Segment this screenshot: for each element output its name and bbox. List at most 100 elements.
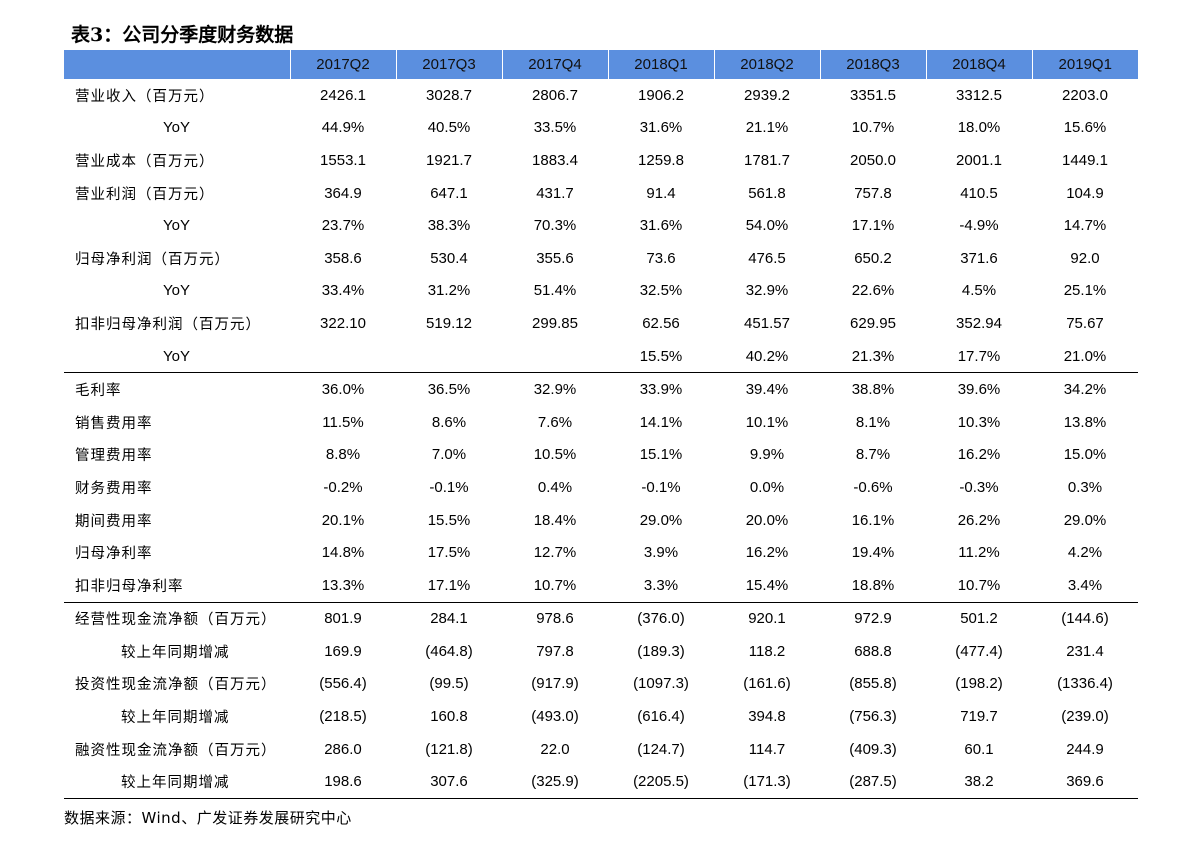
table-cell: 31.6% (639, 217, 683, 235)
table-cell: 8.7% (855, 446, 891, 464)
table-cell: 15.1% (639, 446, 683, 464)
table-cell: 26.2% (957, 511, 1001, 529)
table-cell: -4.9% (959, 217, 999, 235)
table-cell: 561.8 (748, 184, 786, 202)
table-cell: 18.8% (851, 576, 895, 594)
table-cell: 14.1% (639, 413, 683, 431)
table-cell: 10.3% (957, 413, 1001, 431)
table-cell: 91.4 (646, 184, 676, 202)
table-cell: 9.9% (749, 446, 785, 464)
table-cell: 801.9 (290, 601, 396, 636)
table-cell: 650.2 (854, 249, 892, 267)
row-label: 管理费用率 (75, 448, 153, 465)
table-cell: 757.8 (854, 184, 892, 202)
table-row: 较上年同期增减 169.9 (464.8) 797.8 (189.3) 118.2 688.… (64, 635, 1138, 668)
table-cell: 371.6 (960, 249, 998, 267)
table-cell: 14.7% (1063, 217, 1107, 235)
row-label: YoY (163, 282, 190, 300)
table-cell: 352.94 (956, 314, 1002, 332)
table-cell: 476.5 (748, 249, 786, 267)
table-cell: 20.0% (745, 511, 789, 529)
column-header: 2019Q1 (1032, 50, 1138, 79)
table-row: 销售费用率 11.5% 8.6% 7.6% 14.1% 10.1% 8.1% 10.3% 13.… (64, 406, 1138, 439)
row-label: 期间费用率 (75, 513, 153, 530)
table-cell: (477.4) (955, 642, 1003, 660)
table-cell: 15.4% (745, 576, 789, 594)
financial-table: 2017Q2 2017Q3 2017Q4 2018Q1 2018Q2 2018Q… (64, 50, 1138, 800)
table-cell: (121.8) (425, 740, 473, 758)
table-cell: 1906.2 (638, 86, 684, 104)
source-note: 数据来源：Wind、广发证券发展研究中心 (64, 809, 352, 827)
table-cell: (464.8) (425, 642, 473, 660)
table-cell: 40.5% (427, 119, 471, 137)
table-row: 管理费用率 8.8% 7.0% 10.5% 15.1% 9.9% 8.7% 16.2% 15.0… (64, 439, 1138, 472)
table-row: 归母净利率 14.8% 17.5% 12.7% 3.9% 16.2% 19.4% 11.2% 4… (64, 536, 1138, 569)
table-cell: 21.1% (745, 119, 789, 137)
table-cell: 16.1% (851, 511, 895, 529)
table-cell: 797.8 (536, 642, 574, 660)
table-cell: 920.1 (714, 601, 820, 636)
row-label: 归母净利润（百万元） (75, 251, 230, 268)
table-cell: 114.7 (748, 740, 786, 758)
table-cell: 3.9% (643, 544, 679, 562)
table-cell: (756.3) (849, 708, 897, 726)
table-cell: 18.0% (957, 119, 1001, 137)
table-cell: 2001.1 (956, 151, 1002, 169)
table-cell: 29.0% (1063, 511, 1107, 529)
table-cell: 38.2 (926, 765, 1032, 800)
table-cell: 0.3% (1067, 478, 1103, 496)
table-cell: (1336.4) (1057, 675, 1113, 693)
table-cell: -0.1% (429, 478, 469, 496)
column-header: 2017Q4 (502, 50, 609, 79)
table-cell: 75.67 (1066, 314, 1104, 332)
table-cell: 0.0% (749, 478, 785, 496)
table-cell: 10.7% (533, 576, 577, 594)
table-row: 财务费用率 -0.2% -0.1% 0.4% -0.1% 0.0% -0.6% -0.3% 0.… (64, 471, 1138, 504)
table-cell: 501.2 (926, 601, 1032, 636)
table-cell: 62.56 (642, 314, 680, 332)
table-cell: 36.5% (396, 372, 502, 406)
table-cell: 160.8 (430, 708, 468, 726)
column-header: 2017Q3 (396, 50, 503, 79)
table-cell: 51.4% (533, 282, 577, 300)
table-cell: (493.0) (531, 708, 579, 726)
column-header: 2018Q4 (926, 50, 1033, 79)
table-cell: (124.7) (637, 740, 685, 758)
table-cell: 2806.7 (532, 86, 578, 104)
table-cell: 284.1 (396, 601, 502, 636)
table-cell: 104.9 (1066, 184, 1104, 202)
table-cell: (556.4) (319, 675, 367, 693)
table-cell: 1781.7 (744, 151, 790, 169)
row-label: 营业利润（百万元） (75, 186, 215, 203)
table-cell: 8.1% (855, 413, 891, 431)
table-cell: 54.0% (745, 217, 789, 235)
table-cell: 14.8% (321, 544, 365, 562)
table-cell: 92.0 (1070, 249, 1100, 267)
table-row: YoY 15.5% 40.2% 21.3% 17.7% 21.0% (64, 340, 1138, 373)
table-cell: 629.95 (850, 314, 896, 332)
table-cell: (2205.5) (608, 765, 714, 800)
table-cell: 369.6 (1032, 765, 1138, 800)
table-cell: -0.6% (853, 478, 893, 496)
row-label: 较上年同期增减 (121, 710, 230, 727)
row-label: 销售费用率 (75, 415, 153, 432)
table-row: YoY 33.4% 31.2% 51.4% 32.5% 32.9% 22.6% 4.5% 25.… (64, 275, 1138, 308)
table-cell: 32.9% (745, 282, 789, 300)
table-row: 融资性现金流净额（百万元） 286.0 (121.8) 22.0 (124.7) 114.… (64, 733, 1138, 766)
table-row: 投资性现金流净额（百万元） (556.4) (99.5) (917.9) (1097.3… (64, 668, 1138, 701)
table-cell: 3351.5 (850, 86, 896, 104)
table-cell: 33.9% (608, 372, 714, 406)
table-row: 扣非归母净利率 13.3% 17.1% 10.7% 3.3% 15.4% 18.8% 10.7… (64, 569, 1138, 602)
table-cell: 410.5 (960, 184, 998, 202)
table-cell: 7.0% (431, 446, 467, 464)
table-cell: 36.0% (290, 372, 396, 406)
table-cell: 688.8 (854, 642, 892, 660)
table-cell: 1883.4 (532, 151, 578, 169)
table-cell: 972.9 (820, 601, 926, 636)
table-row: 营业利润（百万元） 364.9 647.1 431.7 91.4 561.8 757.8 41… (64, 177, 1138, 210)
table-row: 期间费用率 20.1% 15.5% 18.4% 29.0% 20.0% 16.1% 26.2%… (64, 504, 1138, 537)
table-cell: (1097.3) (633, 675, 689, 693)
column-header: 2017Q2 (290, 50, 397, 79)
table-cell: 3.4% (1067, 576, 1103, 594)
table-cell: 3312.5 (956, 86, 1002, 104)
